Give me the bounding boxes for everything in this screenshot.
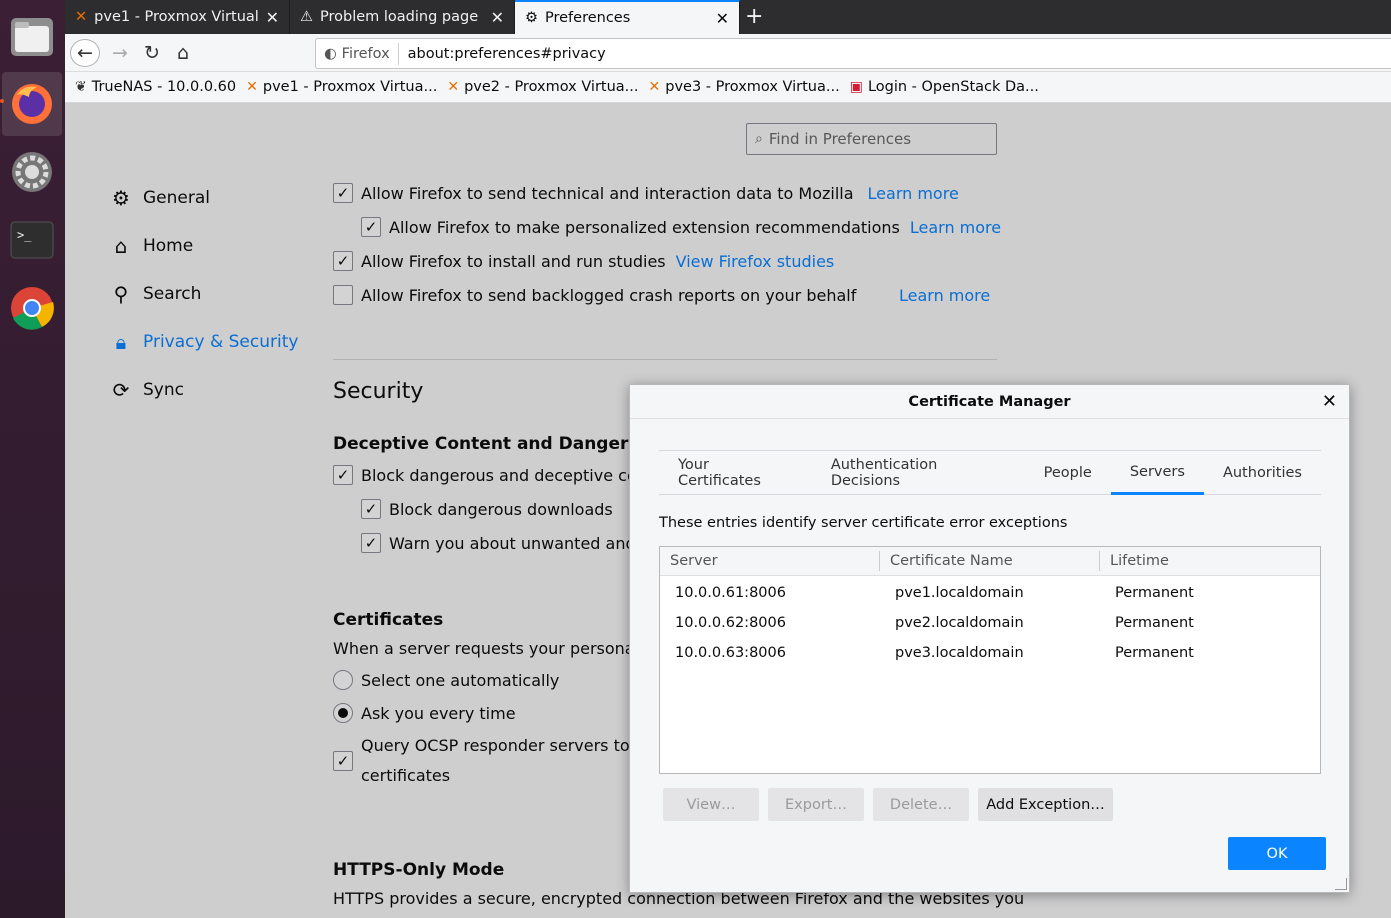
proxmox-icon: ✕ (648, 79, 661, 95)
lifetime-cell: Permanent (1115, 645, 1194, 661)
navigation-bar: ← → ↻ ⌂ ◐ Firefox about:preferences#priv… (65, 34, 1391, 72)
tab-authentication-decisions[interactable]: Authentication Decisions (812, 451, 1025, 495)
home-button[interactable]: ⌂ (168, 39, 198, 67)
lifetime-cell: Permanent (1115, 585, 1194, 601)
server-cell: 10.0.0.62:8006 (675, 615, 786, 631)
openstack-icon: ▣ (849, 79, 863, 95)
ok-button[interactable]: OK (1228, 837, 1326, 870)
bookmark-label: TrueNAS - 10.0.0.60 (91, 79, 237, 95)
column-server[interactable]: Server (660, 551, 880, 571)
dialog-title: Certificate Manager (630, 385, 1349, 419)
bookmark-openstack[interactable]: ▣ Login - OpenStack Da... (850, 79, 1039, 95)
url-bar[interactable]: ◐ Firefox about:preferences#privacy (315, 38, 1391, 69)
proxmox-icon: ✕ (246, 79, 258, 95)
tab-authorities[interactable]: Authorities (1204, 451, 1321, 495)
bookmarks-toolbar: ❦ TrueNAS - 10.0.0.60 ✕ pve1 - Proxmox Vir… (65, 72, 1391, 103)
firefox-app-icon[interactable] (2, 72, 62, 136)
servers-description: These entries identify server certificat… (659, 515, 1068, 531)
certificate-manager-dialog: Certificate Manager ✕ Your Certificates … (629, 384, 1350, 893)
table-header: Server Certificate Name Lifetime (660, 547, 1320, 576)
tab-title: pve1 - Proxmox Virtual E (94, 9, 258, 25)
truenas-icon: ❦ (75, 79, 87, 95)
server-exceptions-table[interactable]: Server Certificate Name Lifetime 10.0.0.… (659, 546, 1321, 774)
cert-name-cell: pve3.localdomain (895, 645, 1024, 661)
tab-problem-loading[interactable]: ⚠ Problem loading page ✕ (290, 0, 515, 34)
export-button[interactable]: Export… (768, 788, 864, 821)
bookmark-label: pve2 - Proxmox Virtua... (464, 79, 639, 95)
reload-button[interactable]: ↻ (137, 39, 167, 67)
identity-box[interactable]: ◐ Firefox (316, 42, 399, 65)
tab-people[interactable]: People (1025, 451, 1111, 495)
firefox-icon: ◐ (324, 45, 337, 62)
tab-servers[interactable]: Servers (1110, 451, 1204, 495)
bookmark-label: pve1 - Proxmox Virtua... (262, 79, 438, 95)
view-button[interactable]: View… (663, 788, 759, 821)
close-icon[interactable]: ✕ (1322, 391, 1337, 412)
gear-icon: ⚙ (525, 10, 538, 26)
column-lifetime[interactable]: Lifetime (1100, 551, 1320, 571)
tab-your-certificates[interactable]: Your Certificates (659, 451, 812, 495)
certificate-tabs: Your Certificates Authentication Decisio… (659, 450, 1321, 495)
close-icon[interactable]: ✕ (491, 8, 504, 27)
cert-name-cell: pve2.localdomain (895, 615, 1024, 631)
ubuntu-dock: >_ (0, 0, 65, 918)
new-tab-icon[interactable]: + (745, 4, 763, 29)
proxmox-icon: ✕ (447, 79, 460, 95)
proxmox-icon: ✕ (75, 9, 88, 25)
bookmark-label: Login - OpenStack Da... (867, 79, 1039, 95)
column-certificate-name[interactable]: Certificate Name (880, 551, 1100, 571)
add-exception-button[interactable]: Add Exception… (978, 788, 1113, 821)
server-cell: 10.0.0.63:8006 (675, 645, 786, 661)
bookmark-pve1[interactable]: ✕ pve1 - Proxmox Virtua... (246, 79, 437, 95)
bookmark-label: pve3 - Proxmox Virtua... (665, 79, 840, 95)
settings-app-icon[interactable] (2, 140, 62, 204)
tab-bar: ✕ pve1 - Proxmox Virtual E ✕ ⚠ Problem l… (65, 0, 1391, 34)
back-button[interactable]: ← (70, 39, 100, 67)
tab-pve1[interactable]: ✕ pve1 - Proxmox Virtual E ✕ (65, 0, 290, 34)
close-icon[interactable]: ✕ (266, 8, 279, 27)
tab-preferences[interactable]: ⚙ Preferences ✕ (515, 0, 740, 34)
table-row[interactable]: 10.0.0.62:8006 pve2.localdomain Permanen… (660, 608, 1320, 638)
bookmark-pve2[interactable]: ✕ pve2 - Proxmox Virtua... (447, 79, 638, 95)
lifetime-cell: Permanent (1115, 615, 1194, 631)
files-app-icon[interactable] (2, 4, 62, 68)
cert-name-cell: pve1.localdomain (895, 585, 1024, 601)
warning-icon: ⚠ (300, 9, 313, 25)
table-row[interactable]: 10.0.0.63:8006 pve3.localdomain Permanen… (660, 638, 1320, 668)
active-app-indicator (0, 99, 4, 103)
identity-label: Firefox (341, 45, 390, 62)
server-cell: 10.0.0.61:8006 (675, 585, 786, 601)
url-text[interactable]: about:preferences#privacy (408, 46, 606, 62)
dialog-title-text: Certificate Manager (908, 393, 1071, 410)
bookmark-truenas[interactable]: ❦ TrueNAS - 10.0.0.60 (75, 79, 236, 95)
tab-title: Preferences (545, 10, 631, 26)
resize-grip-icon[interactable] (1335, 878, 1347, 890)
table-row[interactable]: 10.0.0.61:8006 pve1.localdomain Permanen… (660, 578, 1320, 608)
tab-title: Problem loading page (320, 9, 479, 25)
delete-button[interactable]: Delete… (873, 788, 969, 821)
forward-button[interactable]: → (105, 39, 135, 67)
close-icon[interactable]: ✕ (716, 9, 729, 28)
svg-text:>_: >_ (17, 228, 32, 242)
terminal-app-icon[interactable]: >_ (2, 208, 62, 272)
bookmark-pve3[interactable]: ✕ pve3 - Proxmox Virtua... (649, 79, 840, 95)
chrome-app-icon[interactable] (2, 276, 62, 340)
